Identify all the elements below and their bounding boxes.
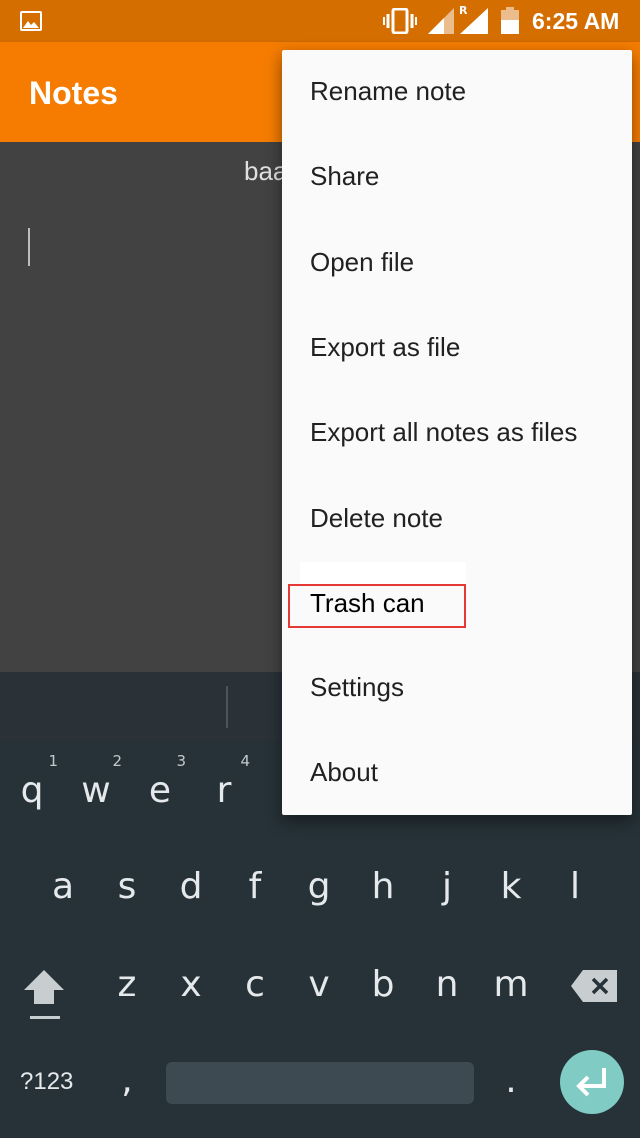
space-bar[interactable]: [166, 1062, 474, 1104]
key-s[interactable]: s: [97, 866, 157, 907]
text-cursor: [28, 228, 30, 266]
enter-key[interactable]: [560, 1050, 624, 1114]
key-f[interactable]: f: [225, 866, 285, 907]
app-title: Notes: [29, 75, 118, 111]
status-bar: R 6:25 AM: [0, 0, 640, 42]
key-k[interactable]: k: [481, 866, 541, 907]
key-h[interactable]: h: [353, 866, 413, 907]
highlight-box: [288, 584, 466, 628]
key-j[interactable]: j: [417, 866, 477, 907]
symbols-key[interactable]: ?123: [20, 1068, 73, 1096]
key-n[interactable]: n: [417, 964, 477, 1005]
key-x[interactable]: x: [161, 964, 221, 1005]
key-period[interactable]: .: [481, 1060, 541, 1101]
key-g[interactable]: g: [289, 866, 349, 907]
highlight-patch: [300, 562, 466, 586]
suggestion-divider: [226, 686, 228, 728]
key-l[interactable]: l: [545, 866, 605, 907]
key-r[interactable]: r4: [194, 752, 254, 811]
key-a[interactable]: a: [33, 866, 93, 907]
status-time: 6:25 AM: [532, 8, 620, 34]
shift-icon[interactable]: [22, 968, 66, 1022]
menu-item-settings[interactable]: Settings: [282, 646, 632, 731]
signal-icon: [428, 8, 454, 34]
key-w[interactable]: w2: [66, 752, 126, 811]
key-m[interactable]: m: [481, 964, 541, 1005]
key-b[interactable]: b: [353, 964, 413, 1005]
overflow-menu: Rename note Share Open file Export as fi…: [282, 50, 632, 815]
key-v[interactable]: v: [289, 964, 349, 1005]
signal-roaming-icon: [460, 8, 488, 34]
gallery-icon: [20, 11, 42, 31]
key-q[interactable]: q1: [2, 752, 62, 811]
menu-item-about[interactable]: About: [282, 731, 632, 816]
key-d[interactable]: d: [161, 866, 221, 907]
menu-item-rename-note[interactable]: Rename note: [282, 50, 632, 135]
battery-icon: [501, 7, 519, 34]
key-z[interactable]: z: [97, 964, 157, 1005]
menu-item-delete-note[interactable]: Delete note: [282, 477, 632, 562]
menu-item-export-all-notes[interactable]: Export all notes as files: [282, 391, 632, 476]
vibrate-icon: [383, 8, 417, 34]
key-c[interactable]: c: [225, 964, 285, 1005]
menu-item-share[interactable]: Share: [282, 135, 632, 220]
note-title[interactable]: baa: [244, 156, 287, 187]
key-e[interactable]: e3: [130, 752, 190, 811]
enter-icon: [576, 1068, 606, 1097]
menu-item-open-file[interactable]: Open file: [282, 221, 632, 306]
menu-item-export-as-file[interactable]: Export as file: [282, 306, 632, 391]
backspace-icon[interactable]: [571, 970, 617, 1002]
key-comma[interactable]: ,: [97, 1060, 157, 1101]
